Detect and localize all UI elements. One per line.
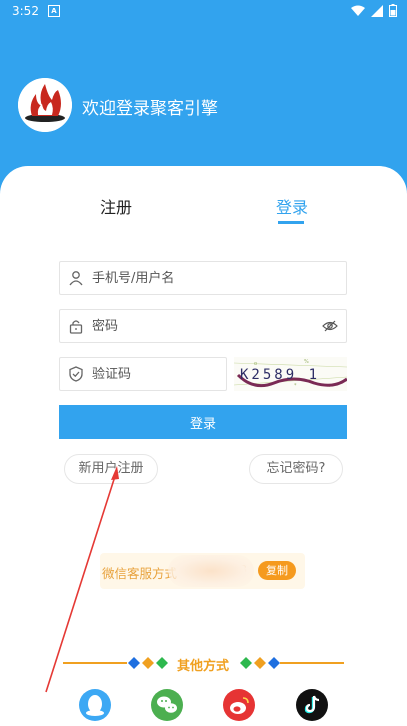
captcha-image[interactable]: o %.* K2589 1 (234, 357, 347, 391)
captcha-field[interactable] (59, 357, 312, 391)
douyin-icon (304, 695, 320, 714)
svg-text:%: % (304, 359, 309, 365)
status-bar: 3:52 A (0, 0, 407, 22)
flame-logo-icon (18, 78, 72, 132)
divider-right (280, 662, 344, 664)
qq-icon (86, 695, 104, 716)
forgot-password-button[interactable]: 忘记密码? (249, 454, 343, 484)
wechat-service-banner: 微信客服方式 913 复制 (100, 553, 305, 589)
signal-icon (371, 4, 383, 17)
copy-button[interactable]: 复制 (258, 561, 296, 580)
tab-login[interactable]: 登录 (276, 194, 308, 218)
wechat-login-button[interactable] (151, 689, 183, 721)
wifi-icon (351, 5, 365, 16)
welcome-title: 欢迎登录聚客引擎 (82, 99, 218, 119)
diamond-decor-right (240, 657, 280, 669)
login-card (0, 166, 407, 726)
app-logo (18, 78, 72, 132)
wechat-icon (157, 696, 177, 713)
weibo-login-button[interactable] (223, 689, 255, 721)
status-time: 3:52 (12, 4, 39, 18)
username-field[interactable] (59, 261, 347, 295)
captcha-text: K2589 1 (240, 367, 320, 383)
redaction-blur (168, 555, 254, 587)
qq-login-button[interactable] (79, 689, 111, 721)
username-input[interactable] (92, 262, 312, 294)
weibo-icon (230, 697, 249, 714)
other-methods-label: 其他方式 (177, 659, 230, 674)
password-field[interactable] (59, 309, 347, 343)
tab-register[interactable]: 注册 (100, 194, 132, 218)
divider-left (63, 662, 127, 664)
diamond-decor-left (128, 657, 168, 669)
password-input[interactable] (92, 310, 312, 342)
notification-icon: A (48, 5, 60, 17)
lock-icon (69, 320, 83, 334)
wechat-service-label: 微信客服方式 (102, 566, 178, 581)
user-icon (69, 271, 83, 286)
tab-login-indicator (278, 221, 304, 224)
new-user-register-button[interactable]: 新用户注册 (64, 454, 158, 484)
eye-off-icon[interactable] (322, 319, 338, 333)
shield-icon (69, 366, 83, 382)
status-icons (351, 4, 397, 17)
douyin-login-button[interactable] (296, 689, 328, 721)
login-button[interactable]: 登录 (59, 405, 347, 439)
battery-icon (389, 4, 397, 17)
